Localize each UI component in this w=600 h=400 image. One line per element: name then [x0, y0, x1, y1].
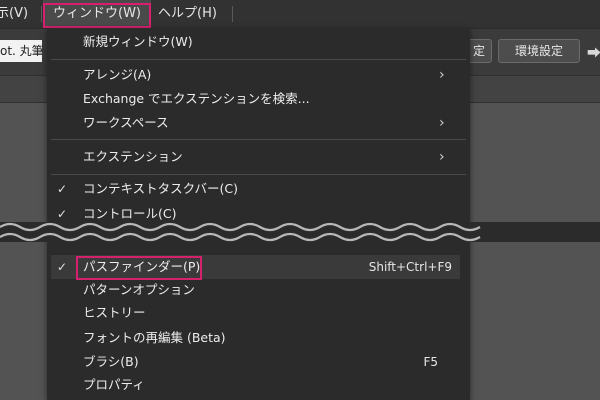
menu-view[interactable]: 示(V)	[0, 0, 40, 28]
menu-item-font-reedit[interactable]: フォントの再編集 (Beta)	[47, 326, 470, 350]
menu-item-label: アレンジ(A)	[83, 67, 152, 82]
menu-bar: 示(V) ウィンドウ(W) ヘルプ(H)	[0, 0, 600, 29]
menu-item-label: コンテキストタスクバー(C)	[83, 181, 238, 196]
menu-window[interactable]: ウィンドウ(W)	[43, 0, 151, 28]
cut-wave-divider	[0, 222, 600, 242]
menu-item-label: Exchange でエクステンションを検索...	[83, 91, 310, 106]
preferences-button[interactable]: 環境設定	[498, 39, 580, 63]
menu-item-properties[interactable]: プロパティ	[47, 373, 470, 397]
menu-item-context-taskbar[interactable]: ✓ コンテキストタスクバー(C)	[47, 177, 470, 201]
menu-item-arrange[interactable]: アレンジ(A) ›	[47, 63, 470, 87]
menu-item-label: フォントの再編集 (Beta)	[83, 330, 226, 345]
menu-item-workspace[interactable]: ワークスペース ›	[47, 111, 470, 135]
menu-item-label: ブラシ(B)	[83, 354, 139, 369]
menu-item-exchange-search[interactable]: Exchange でエクステンションを検索...	[47, 87, 470, 111]
menu-item-pattern-options[interactable]: パターンオプション	[47, 278, 470, 302]
menu-item-pathfinder[interactable]: ✓ パスファインダー(P) Shift+Ctrl+F9	[51, 255, 460, 279]
menu-help[interactable]: ヘルプ(H)	[158, 0, 228, 28]
font-field[interactable]: ot. 丸筆	[0, 40, 42, 62]
menu-item-label: プロパティ	[83, 377, 145, 392]
menu-item-label: ワークスペース	[83, 115, 169, 130]
menu-item-brushes[interactable]: ブラシ(B) F5	[47, 350, 470, 374]
menubar-divider	[232, 6, 233, 22]
menu-separator	[51, 139, 466, 140]
window-dropdown-menu: 新規ウィンドウ(W) アレンジ(A) › Exchange でエクステンションを…	[47, 28, 470, 400]
menu-item-label: ヒストリー	[83, 305, 146, 320]
chevron-right-icon: ›	[439, 67, 445, 83]
menu-item-label: パターンオプション	[83, 282, 195, 297]
menu-item-label: エクステンション	[83, 149, 183, 164]
menu-item-label: パスファインダー(P)	[83, 259, 201, 274]
menu-separator	[51, 59, 466, 60]
menu-item-label: 新規ウィンドウ(W)	[83, 34, 193, 49]
menu-item-extensions[interactable]: エクステンション ›	[47, 145, 470, 169]
chevron-right-icon: ›	[439, 149, 445, 165]
menubar-divider	[41, 6, 42, 22]
arrow-right-icon[interactable]: ⮕	[587, 43, 600, 63]
shortcut-label: F5	[423, 355, 438, 369]
checkmark-icon: ✓	[57, 260, 68, 274]
shortcut-label: Shift+Ctrl+F9	[368, 260, 452, 274]
checkmark-icon: ✓	[57, 182, 68, 196]
menu-separator	[51, 174, 466, 175]
menu-item-history[interactable]: ヒストリー	[47, 301, 470, 325]
chevron-right-icon: ›	[439, 115, 445, 131]
menu-item-new-window[interactable]: 新規ウィンドウ(W)	[47, 30, 470, 54]
